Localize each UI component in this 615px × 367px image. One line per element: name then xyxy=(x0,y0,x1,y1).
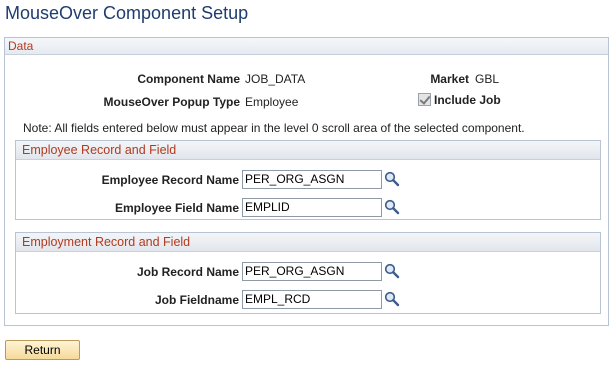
employee-field-label: Employee Field Name xyxy=(114,201,239,215)
popup-type-label: MouseOver Popup Type xyxy=(103,95,240,109)
component-name-label: Component Name xyxy=(137,72,240,86)
employee-record-input[interactable]: PER_ORG_ASGN xyxy=(242,170,382,189)
page-title: MouseOver Component Setup xyxy=(5,3,249,23)
data-section: Data Component Name JOB_DATA Market GBL … xyxy=(4,37,609,326)
component-name-value: JOB_DATA xyxy=(245,72,306,86)
note-text: Note: All fields entered below must appe… xyxy=(23,121,525,135)
job-record-label: Job Record Name xyxy=(136,265,239,279)
employee-record-label: Employee Record Name xyxy=(101,173,239,187)
employee-field-input[interactable]: EMPLID xyxy=(242,198,382,217)
return-button[interactable]: Return xyxy=(5,340,80,360)
job-record-input[interactable]: PER_ORG_ASGN xyxy=(242,262,382,281)
data-section-header: Data xyxy=(5,38,608,55)
popup-type-value: Employee xyxy=(245,95,299,109)
market-label: Market xyxy=(430,72,469,86)
employee-record-group: Employee Record and Field Employee Recor… xyxy=(15,140,601,220)
job-fieldname-lookup-icon[interactable] xyxy=(384,291,400,307)
job-fieldname-label: Job Fieldname xyxy=(154,293,239,307)
include-job-label: Include Job xyxy=(434,93,501,107)
job-fieldname-input[interactable]: EMPL_RCD xyxy=(242,290,382,309)
job-record-lookup-icon[interactable] xyxy=(384,263,400,279)
employee-record-lookup-icon[interactable] xyxy=(384,171,400,187)
market-value: GBL xyxy=(475,72,500,86)
employee-group-header: Employee Record and Field xyxy=(16,141,600,160)
employment-group-header: Employment Record and Field xyxy=(16,233,600,252)
employee-field-lookup-icon[interactable] xyxy=(384,199,400,215)
employment-record-group: Employment Record and Field Job Record N… xyxy=(15,232,601,314)
include-job-checkbox[interactable] xyxy=(418,93,431,106)
